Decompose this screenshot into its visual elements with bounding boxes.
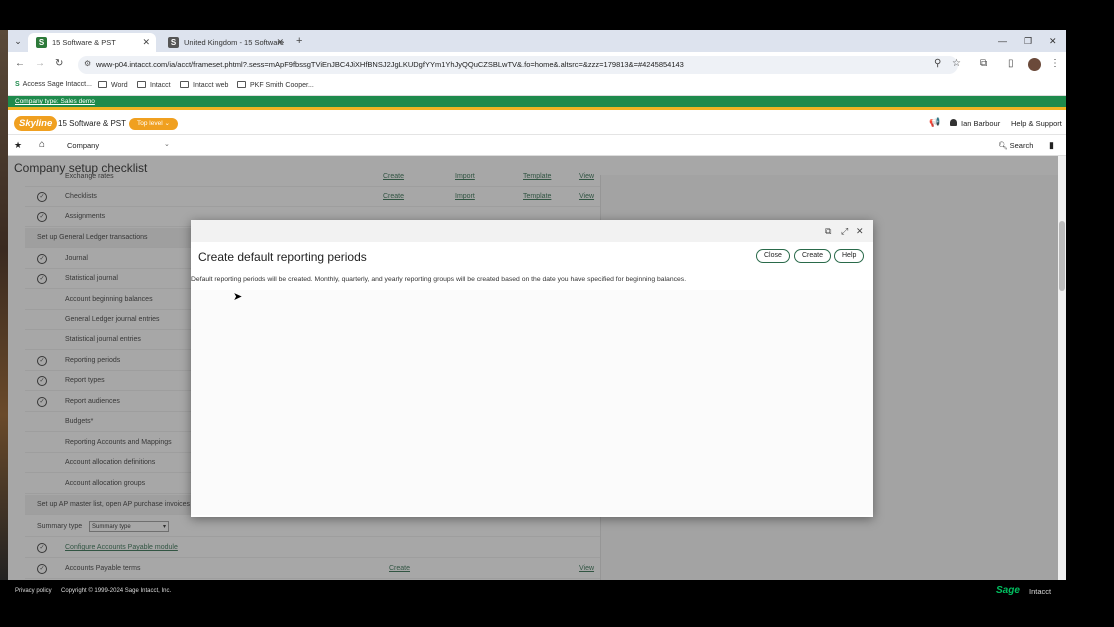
announcements-icon[interactable]: 📢 <box>929 117 940 128</box>
forward-arrow-icon[interactable]: → <box>35 58 45 69</box>
user-icon <box>950 119 957 126</box>
maximize-icon[interactable]: ❐ <box>1024 36 1032 47</box>
help-support-link[interactable]: Help & Support <box>1011 119 1062 128</box>
bookmarks-bar: S Access Sage Intacct... Word Intacct Int… <box>8 78 1066 96</box>
tab-search-icon[interactable]: ⌄ <box>12 35 24 47</box>
new-tab-plus-icon[interactable]: + <box>296 35 302 47</box>
create-button[interactable]: Create <box>794 249 832 263</box>
folder-icon <box>137 81 146 88</box>
skyline-logo: Skyline <box>14 116 58 131</box>
privacy-policy-link[interactable]: Privacy policy <box>15 588 52 594</box>
chevron-down-icon[interactable]: ⌄ <box>164 140 170 148</box>
dialog-toolbar: ⧉ ⤢ ✕ <box>191 220 873 242</box>
folder-icon <box>98 81 107 88</box>
extensions-icon[interactable]: ⧉ <box>980 58 987 69</box>
bookmark-intacct-web[interactable]: Intacct web <box>180 81 228 89</box>
url-field[interactable]: ⚙ www-p04.intacct.com/ia/acct/frameset.p… <box>78 56 958 74</box>
footer: Privacy policy Copyright © 1999-2024 Sag… <box>0 580 1114 602</box>
sage-logo: Sage <box>996 585 1020 596</box>
close-icon[interactable]: ✕ <box>142 33 150 52</box>
minimize-icon[interactable]: — <box>998 36 1007 46</box>
company-menu[interactable]: Company <box>67 141 99 150</box>
create-reporting-periods-dialog: ⧉ ⤢ ✕ Create default reporting periods C… <box>191 220 873 517</box>
expand-icon[interactable]: ⤢ <box>841 226 848 237</box>
desktop-background <box>0 30 8 580</box>
dialog-message: Default reporting periods will be create… <box>191 276 687 283</box>
bookmark-word[interactable]: Word <box>98 81 128 89</box>
search-link[interactable]: 🔍︎ Search <box>998 141 1033 150</box>
bookmark-access-sage[interactable]: S Access Sage Intacct... <box>15 81 92 88</box>
open-new-window-icon[interactable]: ⧉ <box>825 226 831 237</box>
folder-icon <box>180 81 189 88</box>
window-close-icon[interactable]: ✕ <box>1049 36 1057 47</box>
search-icon: 🔍︎ <box>998 141 1008 150</box>
sage-bookmark-icon: S <box>15 81 20 88</box>
zoom-icon[interactable]: ⚲ <box>934 58 941 69</box>
chevron-down-icon: ⌄ <box>164 120 170 127</box>
bookmark-intacct[interactable]: Intacct <box>137 81 171 89</box>
folder-icon <box>237 81 246 88</box>
address-bar: ← → ↻ ⚙ www-p04.intacct.com/ia/acct/fram… <box>8 52 1066 78</box>
copyright-text: Copyright © 1999-2024 Sage Intacct, Inc. <box>61 588 172 594</box>
dialog-title: Create default reporting periods <box>198 250 367 264</box>
bookmark-pkf[interactable]: PKF Smith Cooper... <box>237 81 314 89</box>
screen: ⌄ S 15 Software & PST ✕ S United Kingdom… <box>0 0 1114 627</box>
browser-menu-icon[interactable]: ⋮ <box>1050 58 1060 69</box>
page-scrollbar[interactable] <box>1058 156 1066 580</box>
back-arrow-icon[interactable]: ← <box>15 58 25 69</box>
bookmark-star-icon[interactable]: ☆ <box>952 58 961 69</box>
site-info-icon[interactable]: ⚙ <box>84 59 91 68</box>
sage-favicon-icon: S <box>36 37 47 48</box>
tab-strip: ⌄ S 15 Software & PST ✕ S United Kingdom… <box>8 30 1066 52</box>
profile-avatar[interactable] <box>1028 58 1041 71</box>
company-type-bar: Company type: Sales demo <box>8 96 1066 110</box>
tab-title: United Kingdom - 15 Software <box>184 38 285 47</box>
tab-title: 15 Software & PST <box>52 38 116 47</box>
app-header: Skyline 15 Software & PST Top level ⌄ 📢 … <box>8 113 1066 135</box>
close-icon[interactable]: ✕ <box>856 226 864 237</box>
star-icon[interactable]: ★ <box>14 140 22 151</box>
close-icon[interactable]: ✕ <box>276 33 284 52</box>
help-button[interactable]: Help <box>834 249 865 263</box>
tab-15-software[interactable]: S 15 Software & PST ✕ <box>28 33 156 52</box>
sage-favicon-icon: S <box>168 37 179 48</box>
tab-united-kingdom[interactable]: S United Kingdom - 15 Software ✕ <box>160 33 290 52</box>
company-type-link[interactable]: Company type: Sales demo <box>15 98 95 105</box>
close-button[interactable]: Close <box>756 249 790 263</box>
bookmark-icon[interactable]: ▮ <box>1049 140 1054 151</box>
user-menu[interactable]: Ian Barbour <box>950 119 1000 128</box>
reload-icon[interactable]: ↻ <box>55 58 63 69</box>
home-icon[interactable]: ⌂ <box>39 139 45 150</box>
side-panel-icon[interactable]: ▯ <box>1008 58 1014 69</box>
scrollbar-thumb[interactable] <box>1059 221 1065 291</box>
intacct-logo: Intacct <box>1029 587 1052 596</box>
dialog-body <box>191 290 873 515</box>
main-menu: ★ ⌂ Company ⌄ 🔍︎ Search ▮ <box>8 136 1066 156</box>
company-name: 15 Software & PST <box>58 119 127 128</box>
mouse-cursor-icon: ➤ <box>233 291 243 303</box>
top-level-dropdown[interactable]: Top level ⌄ <box>129 118 178 130</box>
url-text: www-p04.intacct.com/ia/acct/frameset.pht… <box>96 60 684 69</box>
